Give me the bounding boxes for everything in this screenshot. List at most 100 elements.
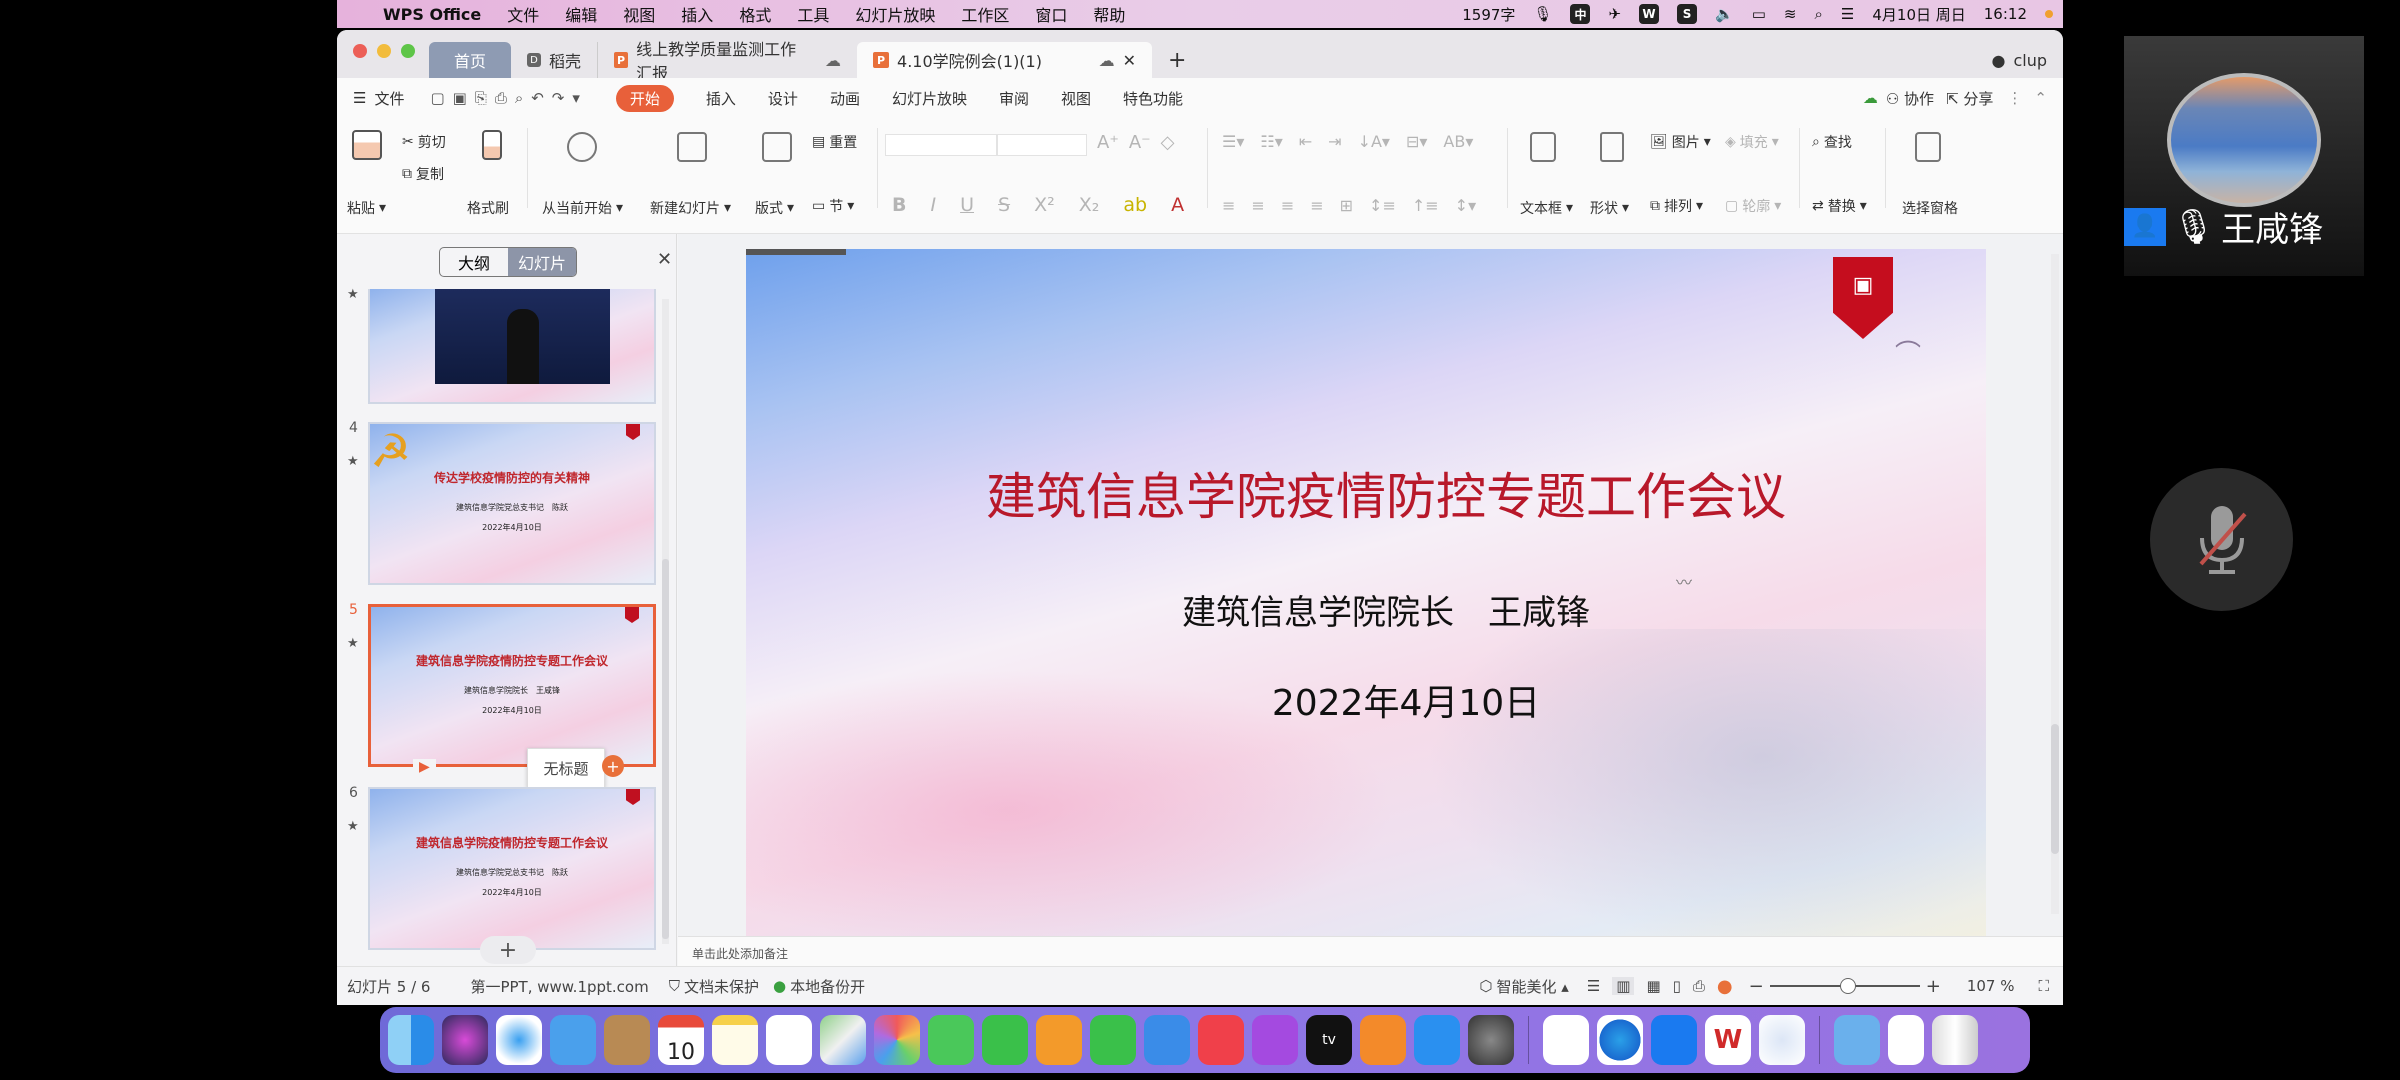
new-slide-icon[interactable] [677,132,707,162]
mail-icon[interactable] [550,1015,596,1065]
slide-thumbnail-3[interactable] [368,289,656,404]
thumbnail-scrollbar[interactable] [662,299,669,944]
zoom-out-button[interactable]: − [1749,976,1764,997]
menu-file[interactable]: 文件 [507,2,539,26]
decrease-indent-icon[interactable]: ⇤ [1299,132,1312,151]
align-right-icon[interactable]: ≡ [1281,196,1294,215]
underline-icon[interactable]: U [960,194,974,216]
layout-icon[interactable] [762,132,792,162]
fit-to-window-icon[interactable]: ⛶ [2038,977,2049,995]
menu-edit[interactable]: 编辑 [565,2,597,26]
downloads-folder-icon[interactable] [1834,1015,1880,1065]
ribbon-tab-design[interactable]: 设计 [768,88,798,109]
edge-icon[interactable] [1597,1015,1643,1065]
notes-view-icon[interactable]: ☰ [1587,977,1600,995]
text-direction-icon[interactable]: ↓A▾ [1358,132,1390,151]
play-from-current-button[interactable]: 从当前开始 ▾ [542,198,623,218]
word-count[interactable]: 1597字 [1462,4,1515,25]
cut-button[interactable]: ✂ 剪切 [402,132,446,152]
more-options-icon[interactable]: ⋮ [2007,89,2022,107]
paragraph-spacing-icon[interactable]: ↑≡ [1412,196,1439,215]
align-center-icon[interactable]: ≡ [1251,196,1264,215]
cloud-icon[interactable]: ☁ [1099,51,1115,70]
close-window-button[interactable] [353,44,367,58]
safari-icon[interactable] [496,1015,542,1065]
copy-button[interactable]: ⧉ 复制 [402,164,444,184]
podcasts-icon[interactable] [1252,1015,1298,1065]
shape-icon[interactable] [1600,132,1624,162]
slide-sorter-icon[interactable]: ▦ [1646,977,1660,995]
format-painter-icon[interactable] [482,130,502,160]
wifi-icon[interactable]: ≋ [1784,5,1797,23]
find-button[interactable]: ⌕ 查找 [1812,132,1852,152]
battery-icon[interactable]: ▭ [1752,5,1766,23]
increase-font-icon[interactable]: A⁺ [1097,132,1119,153]
font-name-select[interactable] [885,134,997,156]
contacts-icon[interactable] [604,1015,650,1065]
reading-view-icon[interactable]: ▯ [1673,977,1681,995]
layout-button[interactable]: 版式 ▾ [755,198,794,218]
ribbon-tab-insert[interactable]: 插入 [706,88,736,109]
selection-pane-icon[interactable] [1915,132,1941,162]
ribbon-tab-features[interactable]: 特色功能 [1123,88,1183,109]
superscript-icon[interactable]: X² [1034,194,1055,216]
zoom-slider[interactable] [1769,978,1920,994]
trash-icon[interactable] [1932,1015,1978,1065]
numbered-list-icon[interactable]: ☷▾ [1260,132,1282,151]
paste-icon[interactable] [352,130,382,160]
reset-button[interactable]: ▤ 重置 [812,132,857,152]
notes-icon[interactable] [712,1015,758,1065]
justify-icon[interactable]: ≡ [1310,196,1323,215]
feishu-icon[interactable] [1651,1015,1697,1065]
new-slide-button[interactable]: 新建幻灯片 ▾ [650,198,731,218]
microphone-status-icon[interactable]: 🎙 [1533,5,1552,23]
input-method-icon[interactable]: 中 [1570,4,1591,24]
normal-view-icon[interactable]: ▥ [1612,977,1635,995]
menu-help[interactable]: 帮助 [1093,2,1125,26]
menu-slideshow[interactable]: 幻灯片放映 [855,2,935,26]
columns-icon[interactable]: AB▾ [1443,132,1473,151]
video-participant-tile[interactable]: 👤 🎙 王咸锋 [2124,36,2364,276]
distribute-icon[interactable]: ⊞ [1340,196,1353,215]
notes-field[interactable]: 单击此处添加备注 [678,936,2063,966]
arrange-button[interactable]: ⧉ 排列 ▾ [1650,196,1703,216]
current-slide[interactable]: ▣ ⌒ 〰 建筑信息学院疫情防控专题工作会议 建筑信息学院院长 王咸锋 2022… [746,249,1986,949]
quick-access-icons[interactable]: ▢▣⎘⎙⌕↶↷▾ [430,89,587,107]
menu-insert[interactable]: 插入 [681,2,713,26]
align-left-icon[interactable]: ≡ [1222,196,1235,215]
zoom-slider-thumb[interactable] [1840,978,1857,994]
record-icon[interactable]: ⎙ [1693,977,1705,995]
wps-status-icon[interactable]: W [1639,4,1660,24]
menu-format[interactable]: 格式 [739,2,771,26]
app-menu[interactable]: WPS Office [383,5,481,24]
calendar-icon[interactable]: 10 [658,1015,704,1065]
menubar-time[interactable]: 16:12 [1984,5,2027,23]
recent-document-icon[interactable] [1888,1015,1924,1065]
editor-scrollbar[interactable] [2051,254,2059,914]
zoom-level[interactable]: 107 % [1967,977,2015,995]
shape-button[interactable]: 形状 ▾ [1590,198,1629,218]
replace-button[interactable]: ⇄ 替换 ▾ [1812,196,1867,216]
slide-thumbnail-4[interactable]: ☭ 传达学校疫情防控的有关精神 建筑信息学院党总支书记 陈跃 2022年4月10… [368,422,656,585]
bird-app-icon[interactable]: ✈ [1608,5,1621,23]
bold-icon[interactable]: B [892,194,906,216]
slides-tab[interactable]: 幻灯片 [508,248,576,276]
menu-window[interactable]: 窗口 [1035,2,1067,26]
app-store-icon[interactable] [1414,1015,1460,1065]
mute-toggle-button[interactable] [2150,468,2293,611]
clear-format-icon[interactable]: ◇ [1161,132,1175,153]
highlight-icon[interactable]: ab [1123,194,1147,216]
cloud-icon[interactable]: ☁ [825,51,841,70]
scrollbar-thumb[interactable] [662,559,669,939]
new-tab-button[interactable]: + [1152,42,1202,78]
close-tab-icon[interactable]: ✕ [1123,51,1136,70]
ribbon-tab-home[interactable]: 开始 [615,84,674,112]
font-color-icon[interactable]: A [1171,194,1184,216]
tab-home[interactable]: 首页 [429,42,511,78]
slide-thumbnail-5-selected[interactable]: 建筑信息学院疫情防控专题工作会议 建筑信息学院院长 王咸锋 2022年4月10日 [368,604,656,767]
add-slide-button[interactable]: + [480,936,536,964]
menu-tools[interactable]: 工具 [797,2,829,26]
tab-document-2[interactable]: P 4.10学院例会(1)(1) ☁ ✕ [857,42,1153,78]
ribbon-tab-slideshow[interactable]: 幻灯片放映 [892,88,967,109]
collapse-ribbon-icon[interactable]: ⌃ [2034,89,2047,107]
